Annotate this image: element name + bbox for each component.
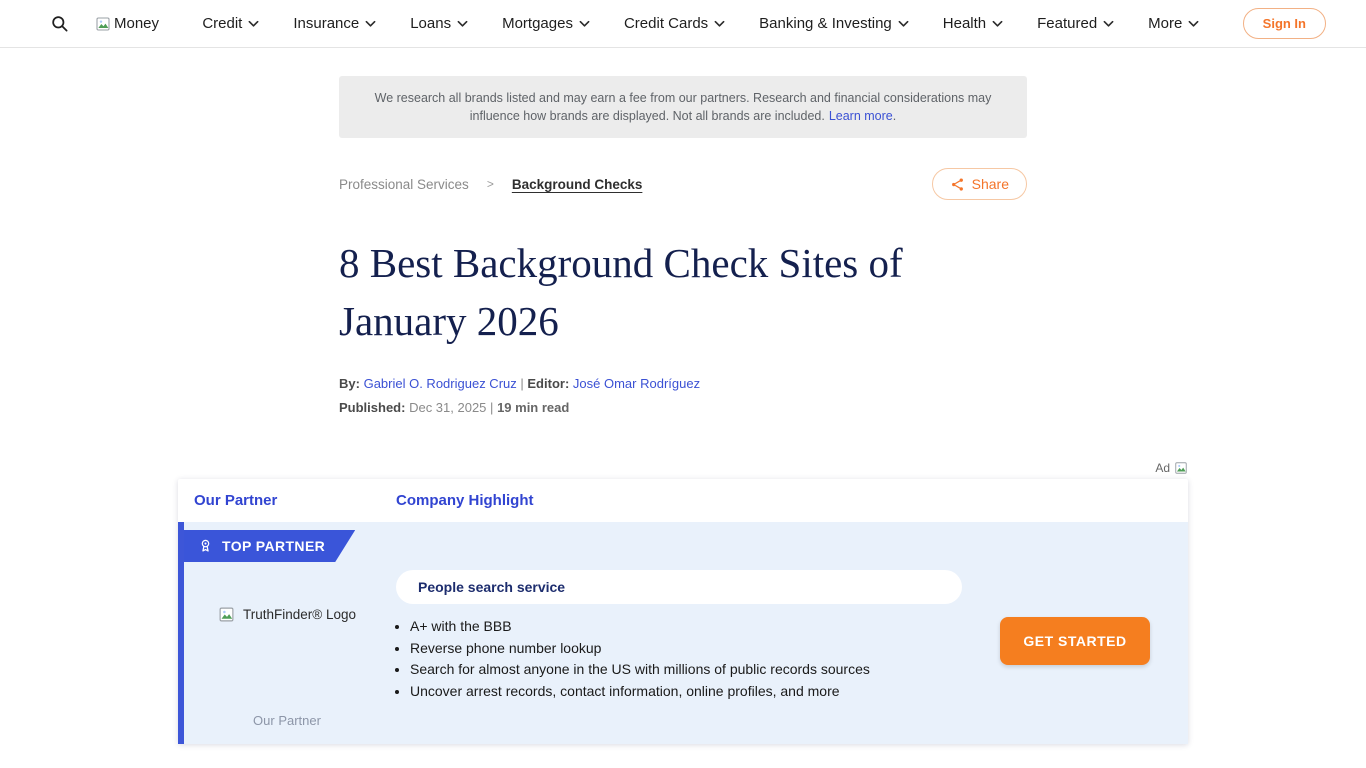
ad-label: Ad [1155,461,1170,475]
nav-menu-item[interactable]: More [1148,15,1199,32]
affiliate-disclaimer: We research all brands listed and may ea… [339,76,1027,138]
nav-menu-label: Featured [1037,15,1097,32]
editor-label: Editor: [527,376,569,391]
published-label: Published: [339,400,405,415]
nav-menu-item[interactable]: Insurance [293,15,376,32]
learn-more-link[interactable]: Learn more [829,109,893,123]
company-highlight-column: People search service A+ with the BBB Re… [396,522,962,744]
our-partner-column-header: Our Partner [194,492,396,509]
logo-text: Money [114,15,159,32]
share-icon [950,177,965,192]
service-category-pill: People search service [396,570,962,604]
read-time: 19 min read [497,400,569,415]
nav-menu-label: Health [943,15,986,32]
nav-menu-item[interactable]: Health [943,15,1003,32]
highlight-bullet: A+ with the BBB [410,616,962,638]
nav-menu-label: Credit [202,15,242,32]
chevron-down-icon [898,20,909,28]
highlight-bullet-list: A+ with the BBB Reverse phone number loo… [396,616,962,702]
nav-menu-label: More [1148,15,1182,32]
page-title: 8 Best Background Check Sites of January… [339,234,1027,350]
nav-menu-item[interactable]: Credit Cards [624,15,725,32]
our-partner-caption: Our Partner [253,713,321,728]
nav-menu-label: Credit Cards [624,15,708,32]
nav-menu-item[interactable]: Featured [1037,15,1114,32]
breadcrumb: Professional Services > Background Check… [339,177,642,192]
award-ribbon-icon [198,538,213,554]
breadcrumb-separator: > [487,177,494,191]
published-date: Dec 31, 2025 [409,400,486,415]
chevron-down-icon [579,20,590,28]
chevron-down-icon [248,20,259,28]
partner-logo-alt-text: TruthFinder® Logo [243,607,356,622]
main-nav: Credit Insurance Loans Mortgages Credit … [202,15,1199,32]
company-highlight-column-header: Company Highlight [396,492,534,509]
ad-label-row: Ad [178,461,1188,475]
highlight-bullet: Search for almost anyone in the US with … [410,659,962,681]
chevron-down-icon [714,20,725,28]
disclaimer-period: . [893,109,896,123]
breadcrumb-current[interactable]: Background Checks [512,177,643,192]
top-partner-card: Our Partner Company Highlight TOP PARTNE… [178,479,1188,744]
publish-row: Published: Dec 31, 2025 | 19 min read [339,400,1027,415]
nav-menu-item[interactable]: Credit [202,15,259,32]
cta-column: GET STARTED [962,522,1188,744]
chevron-down-icon [1103,20,1114,28]
publish-divider: | [490,400,493,415]
byline-divider: | [520,376,523,391]
top-partner-ribbon: TOP PARTNER [184,530,355,562]
chevron-down-icon [457,20,468,28]
chevron-down-icon [365,20,376,28]
search-icon[interactable] [50,14,69,33]
editor-link[interactable]: José Omar Rodríguez [573,376,700,391]
partner-card-header: Our Partner Company Highlight [178,479,1188,522]
disclaimer-text: We research all brands listed and may ea… [375,91,992,123]
broken-image-icon [218,606,235,623]
broken-image-icon [95,16,111,32]
chevron-down-icon [992,20,1003,28]
sign-in-button[interactable]: Sign In [1243,8,1326,39]
partner-logo[interactable]: TruthFinder® Logo [218,606,356,623]
nav-menu-label: Loans [410,15,451,32]
highlight-bullet: Reverse phone number lookup [410,638,962,660]
top-partner-label: TOP PARTNER [222,538,325,554]
breadcrumb-parent[interactable]: Professional Services [339,177,469,192]
share-label: Share [972,176,1009,192]
chevron-down-icon [1188,20,1199,28]
nav-menu-item[interactable]: Banking & Investing [759,15,909,32]
partner-row: TOP PARTNER TruthFinder® Logo Our Partne… [178,522,1188,744]
money-logo[interactable]: Money [95,15,159,32]
nav-menu-label: Banking & Investing [759,15,892,32]
highlight-bullet: Uncover arrest records, contact informat… [410,681,962,703]
share-button[interactable]: Share [932,168,1027,200]
broken-image-icon [1174,461,1188,475]
author-link[interactable]: Gabriel O. Rodriguez Cruz [364,376,517,391]
by-label: By: [339,376,360,391]
byline: By: Gabriel O. Rodriguez Cruz | Editor: … [339,376,1027,391]
nav-menu-label: Mortgages [502,15,573,32]
nav-menu-item[interactable]: Mortgages [502,15,590,32]
nav-menu-label: Insurance [293,15,359,32]
nav-menu-item[interactable]: Loans [410,15,468,32]
top-nav-bar: Money Credit Insurance Loans Mortgages [0,0,1366,48]
get-started-button[interactable]: GET STARTED [1000,617,1150,665]
accent-stripe [178,522,184,744]
